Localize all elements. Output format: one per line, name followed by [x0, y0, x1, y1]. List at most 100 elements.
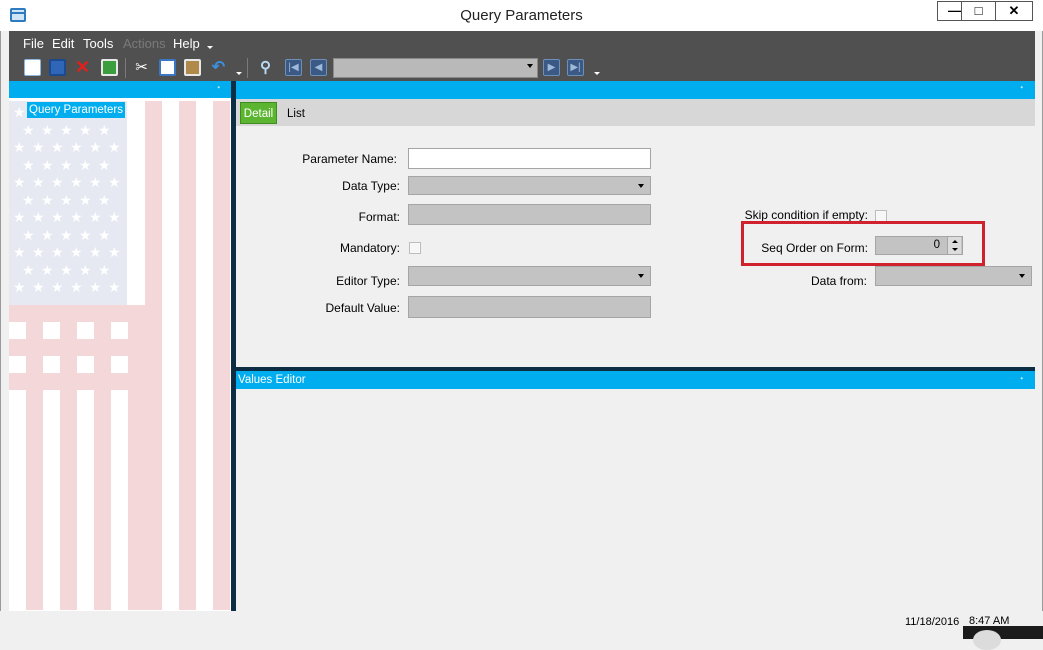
flag-star-icon: ★	[13, 244, 26, 260]
first-record-icon[interactable]: |◀	[285, 59, 302, 76]
flag-star-icon: ★	[32, 244, 45, 260]
flag-star-icon: ★	[89, 174, 102, 190]
editor-type-label: Editor Type:	[336, 274, 400, 288]
toolbar-separator	[247, 58, 248, 78]
flag-star-icon: ★	[32, 209, 45, 225]
mandatory-label: Mandatory:	[339, 241, 400, 255]
data-type-select[interactable]	[408, 176, 651, 195]
flag-star-icon: ★	[79, 226, 92, 243]
data-type-label: Data Type:	[342, 179, 400, 193]
flag-star-icon: ★	[22, 121, 35, 138]
flag-star-icon: ★	[98, 226, 111, 243]
flag-star-icon: ★	[60, 156, 73, 173]
refresh-icon[interactable]	[101, 59, 118, 76]
spinner-buttons[interactable]	[947, 237, 961, 254]
seq-order-value: 0	[933, 239, 940, 251]
navigation-panel-header: ᐩ	[9, 81, 231, 98]
flag-star-icon: ★	[13, 279, 26, 295]
pin-icon[interactable]: ᐩ	[1020, 85, 1028, 94]
seq-order-spinner[interactable]: 0	[875, 236, 963, 255]
flag-star-icon: ★	[89, 244, 102, 260]
flag-star-icon: ★	[51, 139, 64, 155]
menu-tools[interactable]: Tools	[83, 36, 113, 51]
pin-icon[interactable]: ᐩ	[217, 85, 225, 94]
default-value-input[interactable]	[408, 296, 651, 318]
flag-star-icon: ★	[60, 121, 73, 138]
undo-icon[interactable]: ↶	[210, 59, 227, 76]
detail-panel-header: ᐩ	[236, 81, 1035, 99]
save-icon[interactable]	[49, 59, 66, 76]
flag-star-icon: ★	[60, 261, 73, 278]
new-document-icon[interactable]	[24, 59, 41, 76]
default-value-label: Default Value:	[325, 301, 401, 315]
flag-star-icon: ★	[22, 226, 35, 243]
chevron-down-icon	[638, 184, 644, 188]
format-input[interactable]	[408, 204, 651, 225]
status-bar	[0, 611, 1043, 639]
flag-star-icon: ★	[41, 191, 54, 208]
seq-order-label: Seq Order on Form:	[761, 241, 868, 255]
menu-edit[interactable]: Edit	[52, 36, 74, 51]
flag-star-icon: ★	[89, 209, 102, 225]
skip-condition-label: Skip condition if empty:	[744, 208, 868, 222]
flag-star-icon: ★	[41, 226, 54, 243]
flag-star-icon: ★	[22, 261, 35, 278]
maximize-button[interactable]: □	[961, 1, 996, 21]
flag-star-icon: ★	[108, 139, 121, 155]
flag-star-icon: ★	[32, 279, 45, 295]
data-from-select[interactable]	[875, 266, 1032, 286]
flag-stars: ★ ★ ★ ★ ★ ★ ★ ★ ★ ★ ★ ★ ★ ★ ★ ★ ★ ★ ★ ★ ★ ★ ★ ★ ★ ★ ★ ★ ★ ★ ★ ★ ★ ★ ★ ★ ★ ★ ★ ★…	[9, 101, 127, 305]
mandatory-checkbox[interactable]	[409, 242, 421, 254]
detail-tabstrip	[236, 99, 1035, 126]
next-record-icon[interactable]: ▶	[543, 59, 560, 76]
flag-star-icon: ★	[51, 279, 64, 295]
chevron-down-icon	[1019, 274, 1025, 278]
tab-detail[interactable]: Detail	[240, 102, 277, 124]
menu-file[interactable]: File	[23, 36, 44, 51]
chevron-down-icon	[527, 64, 533, 68]
cut-icon[interactable]: ✂	[133, 59, 150, 76]
flag-star-icon: ★	[13, 139, 26, 155]
last-record-icon[interactable]: ▶|	[567, 59, 584, 76]
taskbar-button-icon[interactable]	[973, 630, 1001, 650]
flag-star-icon: ★	[98, 156, 111, 173]
values-editor-header: Values Editor ᐩ	[236, 371, 1035, 389]
previous-record-icon[interactable]: ◀	[310, 59, 327, 76]
find-icon[interactable]: ⚲	[257, 59, 274, 76]
chevron-down-icon	[638, 274, 644, 278]
flag-star-icon: ★	[79, 156, 92, 173]
pin-icon[interactable]: ᐩ	[1020, 376, 1028, 385]
flag-star-icon: ★	[79, 261, 92, 278]
spin-down-icon[interactable]	[952, 248, 958, 251]
toolbar-overflow-icon[interactable]	[594, 72, 600, 75]
paste-icon[interactable]	[184, 59, 201, 76]
flag-star-icon: ★	[51, 174, 64, 190]
flag-star-icon: ★	[70, 139, 83, 155]
query-parameters-tree-item[interactable]: Query Parameters	[27, 102, 125, 118]
flag-star-icon: ★	[13, 209, 26, 225]
menu-help[interactable]: Help	[173, 36, 200, 51]
flag-star-icon: ★	[41, 261, 54, 278]
flag-background-image: ★ ★ ★ ★ ★ ★ ★ ★ ★ ★ ★ ★ ★ ★ ★ ★ ★ ★ ★ ★ ★ ★ ★ ★ ★ ★ ★ ★ ★ ★ ★ ★ ★ ★ ★ ★ ★ ★ ★ ★…	[9, 101, 231, 610]
flag-star-icon: ★	[79, 191, 92, 208]
menu-overflow-icon[interactable]	[207, 46, 213, 49]
flag-star-icon: ★	[22, 191, 35, 208]
tab-list[interactable]: List	[287, 108, 305, 120]
flag-star-icon: ★	[51, 244, 64, 260]
record-navigator-combo[interactable]	[333, 58, 538, 78]
close-button[interactable]: ✕	[995, 1, 1033, 21]
flag-star-icon: ★	[89, 279, 102, 295]
format-label: Format:	[358, 210, 400, 224]
parameter-name-input[interactable]	[408, 148, 651, 169]
flag-star-icon: ★	[70, 174, 83, 190]
flag-star-icon: ★	[108, 244, 121, 260]
menu-actions: Actions	[123, 36, 166, 51]
flag-star-icon: ★	[60, 226, 73, 243]
toolbar-separator	[125, 58, 126, 78]
copy-icon[interactable]	[159, 59, 176, 76]
spin-up-icon[interactable]	[952, 240, 958, 243]
undo-dropdown-icon[interactable]	[236, 72, 242, 75]
flag-star-icon: ★	[41, 121, 54, 138]
delete-icon[interactable]: ✕	[74, 58, 91, 76]
editor-type-select[interactable]	[408, 266, 651, 286]
